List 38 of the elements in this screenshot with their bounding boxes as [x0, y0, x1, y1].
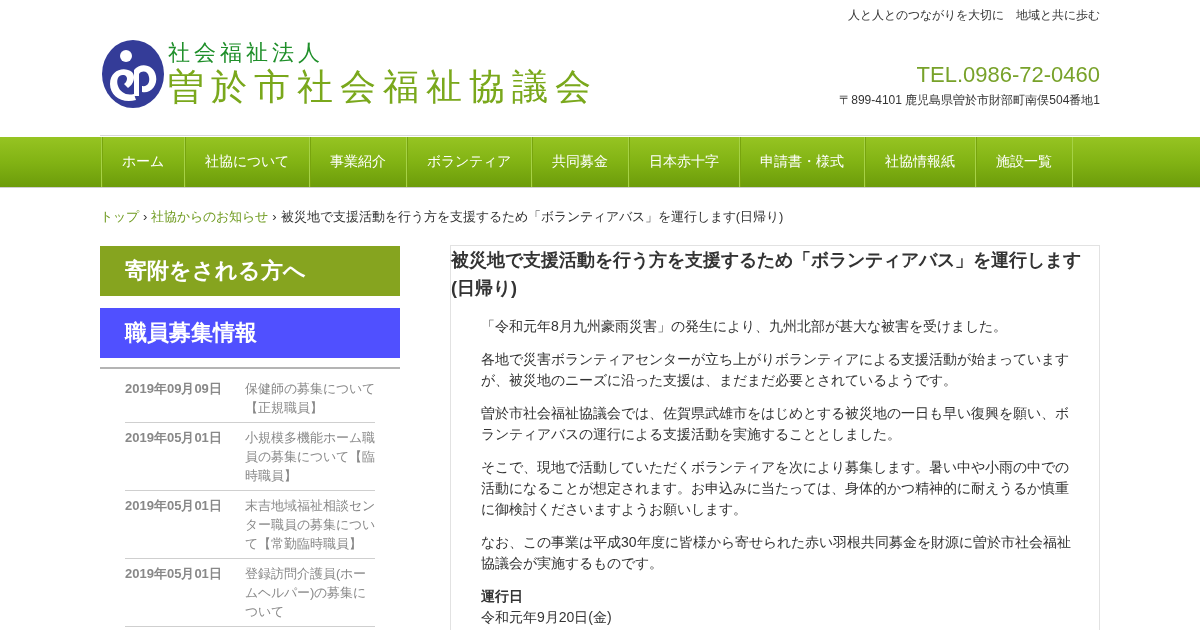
breadcrumb-separator: ›: [143, 209, 148, 224]
article-paragraph: 各地で災害ボランティアセンターが立ち上がりボランティアによる支援活動が始まっていますが、被災地のニーズに沿った支援は、まだまだ必要とされているようです。: [481, 350, 1070, 390]
emblem-logo-icon: [102, 40, 164, 108]
breadcrumb-current: 被災地で支援活動を行う方を支援するため「ボランティアバス」を運行します(日帰り): [280, 209, 784, 224]
post-link[interactable]: 登録訪問介護員(ホームヘルパー)の募集について: [245, 564, 375, 621]
post-link[interactable]: 小規模多機能ホーム職員の募集について【臨時職員】: [245, 428, 375, 485]
post-link[interactable]: 保健師の募集について【正規職員】: [245, 379, 375, 417]
breadcrumb-link[interactable]: 社協からのお知らせ: [151, 209, 269, 224]
nav-link[interactable]: ボランティア: [406, 137, 531, 187]
logo-subtitle: 社会福祉法人: [168, 40, 324, 66]
nav-link[interactable]: 社協について: [184, 137, 309, 187]
article-paragraph: なお、この事業は平成30年度に皆様から寄せられた赤い羽根共同募金を財源に曽於市社会福祉協議会が実施するものです。: [481, 533, 1071, 573]
sidebar-banner[interactable]: 職員募集情報: [100, 308, 400, 358]
logo-name: 曽於市社会福祉協議会: [168, 66, 598, 108]
post-link[interactable]: 末吉地域福祉相談センター職員の募集について【常勤臨時職員】: [245, 496, 375, 553]
post-date: 2019年09月09日: [125, 380, 223, 398]
breadcrumb-separator: ›: [272, 209, 277, 224]
address: 〒899-4101 鹿児島県曽於市財部町南俣504番地1: [839, 92, 1100, 108]
breadcrumb-link[interactable]: トップ: [100, 209, 139, 224]
post-date: 2019年05月01日: [125, 429, 223, 447]
tagline: 人と人とのつながりを大切に 地域と共に歩む: [848, 7, 1100, 23]
nav-link[interactable]: 日本赤十字: [628, 137, 739, 187]
article-paragraph: 曽於市社会福祉協議会では、佐賀県武雄市をはじめとする被災地の一日も早い復興を願い、ボランティアバスの運行による支援活動を実施することとしました。: [481, 404, 1070, 444]
post-date: 2019年05月01日: [125, 497, 223, 515]
article-title: 被災地で支援活動を行う方を支援するため「ボランティアバス」を運行します(日帰り): [451, 249, 1082, 300]
article-paragraph: そこで、現地で活動していただくボランティアを次により募集します。暑い中や小雨の中での活動になることが想定されます。お申込みに当たっては、身体的かつ精神的に耐えうるか慎重に御検討くださいますようお願いします。: [481, 458, 1070, 519]
article-text: 令和元年9月20日(金): [481, 608, 612, 627]
nav-link[interactable]: 申請書・様式: [739, 137, 864, 187]
nav-link[interactable]: 社協情報紙: [864, 137, 975, 187]
nav-link[interactable]: 施設一覧: [975, 137, 1073, 187]
nav-link[interactable]: 事業紹介: [309, 137, 406, 187]
nav-link[interactable]: 共同募金: [531, 137, 628, 187]
nav-link[interactable]: ホーム: [101, 137, 184, 187]
phone-number: TEL.0986-72-0460: [916, 61, 1100, 89]
post-date: 2019年05月01日: [125, 565, 223, 583]
sidebar-banner[interactable]: 寄附をされる方へ: [100, 246, 400, 296]
article-paragraph: 「令和元年8月九州豪雨災害」の発生により、九州北部が甚大な被害を受けました。: [481, 317, 1007, 336]
article-subheading: 運行日: [481, 587, 523, 606]
